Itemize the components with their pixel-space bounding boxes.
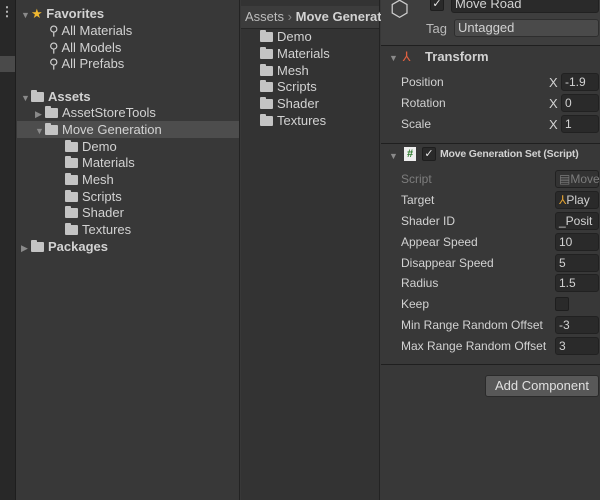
list-item[interactable]: Mesh [260,62,309,79]
component-header[interactable]: ▼ [389,146,399,163]
chevron-right-icon: › [287,9,292,24]
breadcrumb-assets[interactable]: Assets [245,9,284,24]
appear-speed-label: Appear Speed [401,235,478,249]
divider [381,143,600,144]
folder-icon [65,156,78,168]
folder-icon [260,30,273,42]
shader-id-field[interactable]: _Posit [555,212,599,230]
keep-checkbox[interactable] [555,297,569,311]
favorite-all-models[interactable]: ⚲ All Models [49,39,121,56]
script-label: Script [401,172,432,186]
tree-folder-textures[interactable]: Textures [65,221,131,238]
radius-field[interactable]: 1.5 [555,274,599,292]
favorite-all-materials[interactable]: ⚲ All Materials [49,22,132,39]
list-item[interactable]: Textures [260,112,326,129]
folder-icon [65,140,78,152]
folder-icon [260,97,273,109]
search-icon: ⚲ [49,56,59,71]
gameobject-cube-icon[interactable]: ⬡ [390,0,409,22]
script-icon: # [404,147,416,161]
disappear-speed-field[interactable]: 5 [555,254,599,272]
script-file-icon: ▤ [559,172,571,186]
radius-label: Radius [401,276,439,290]
divider [381,45,600,46]
folder-open-icon [45,123,58,135]
tree-asset-store-tools[interactable]: ▶ AssetStoreTools [35,104,156,121]
position-label: Position [401,75,444,89]
disappear-speed-label: Disappear Speed [401,256,494,270]
list-item[interactable]: Scripts [260,78,317,95]
tree-folder-scripts[interactable]: Scripts [65,188,122,205]
folder-icon [260,47,273,59]
list-item[interactable]: Demo [260,28,312,45]
tree-folder-demo[interactable]: Demo [65,138,117,155]
component-enabled-checkbox[interactable]: ✓ [422,147,436,161]
scale-x-field[interactable]: 1 [561,115,599,133]
script-field: ▤Move [555,170,600,188]
folder-icon [65,206,78,218]
transform-header[interactable]: ▼ ⅄ Transform [389,48,489,65]
tree-packages[interactable]: ▶ Packages [21,238,108,255]
tree-assets[interactable]: ▼ Assets [21,88,91,105]
left-strip: ⋮ [0,0,16,500]
tree-folder-mesh[interactable]: Mesh [65,171,114,188]
folder-icon [65,173,78,185]
keep-label: Keep [401,297,430,311]
shader-id-label: Shader ID [401,214,456,228]
tag-dropdown[interactable]: Untagged [454,19,599,37]
max-range-field[interactable]: 3 [555,337,599,355]
rotation-x-field[interactable]: 0 [561,94,599,112]
add-component-button[interactable]: Add Component [485,375,599,397]
search-icon: ⚲ [49,23,59,38]
appear-speed-field[interactable]: 10 [555,233,599,251]
folder-icon [45,106,58,118]
scale-x-label[interactable]: X [549,116,558,133]
favorite-all-prefabs[interactable]: ⚲ All Prefabs [49,55,124,72]
min-range-field[interactable]: -3 [555,316,599,334]
max-range-label: Max Range Random Offset [401,339,547,353]
object-name-field[interactable]: Move Road [451,0,599,13]
object-header: ⬡ ✓ Move Road Tag Untagged [381,0,600,45]
breadcrumb: Assets › Move Generation [241,6,401,29]
folder-open-icon [31,90,44,102]
position-x-field[interactable]: -1.9 [561,73,599,91]
target-label: Target [401,193,435,207]
active-checkbox[interactable]: ✓ [430,0,444,11]
component-title: Move Generation Set (Script) [440,148,579,160]
tag-label: Tag [426,21,447,36]
rotation-label: Rotation [401,96,446,110]
transform-icon: ⅄ [402,49,411,64]
rotation-x-label[interactable]: X [549,95,558,112]
search-icon: ⚲ [49,40,59,55]
inspector: ⬡ ✓ Move Road Tag Untagged ▼ ⅄ Transform… [381,0,600,500]
position-x-label[interactable]: X [549,74,558,91]
list-item[interactable]: Materials [260,45,330,62]
project-tree: ▼★ Favorites ⚲ All Materials ⚲ All Model… [17,0,240,500]
tree-move-generation[interactable]: ▼ Move Generation [17,121,239,138]
folder-icon [31,240,44,252]
folder-icon [260,64,273,76]
divider [381,364,600,365]
more-menu-icon[interactable]: ⋮ [0,4,14,19]
folder-icon [65,223,78,235]
folder-icon [65,190,78,202]
folder-contents: Assets › Move Generation Demo Materials … [241,0,401,500]
tree-favorites[interactable]: ▼★ Favorites [21,5,104,22]
tree-folder-materials[interactable]: Materials [65,154,135,171]
target-field[interactable]: ⅄Play [555,191,599,209]
folder-icon [260,80,273,92]
min-range-label: Min Range Random Offset [401,318,543,332]
tree-folder-shader[interactable]: Shader [65,204,124,221]
scale-label: Scale [401,117,432,131]
selected-row-marker [0,56,15,72]
folder-icon [260,114,273,126]
list-item[interactable]: Shader [260,95,319,112]
star-icon: ★ [31,6,43,21]
